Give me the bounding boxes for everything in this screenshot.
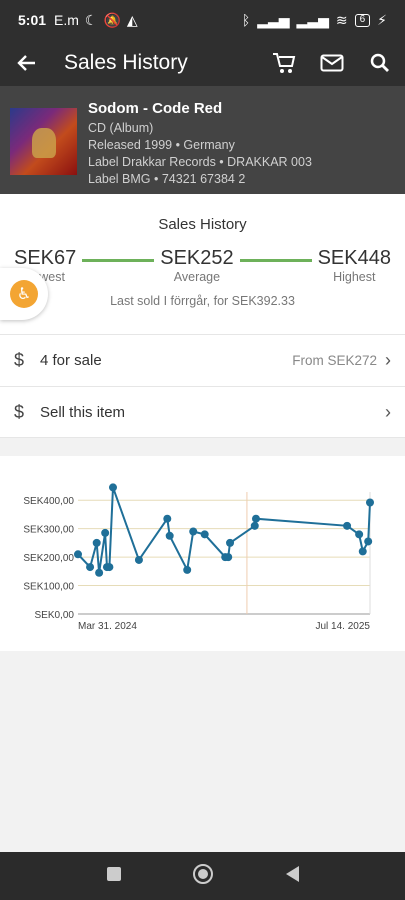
- release-label-1: Label Drakkar Records • DRAKKAR 003: [88, 155, 312, 169]
- y-tick-label: SEK200,00: [23, 553, 74, 564]
- sales-stats-card: Sales History SEK67 Lowest SEK252 Averag…: [0, 194, 405, 334]
- battery-icon: 6: [354, 13, 371, 27]
- page-title: Sales History: [64, 51, 188, 74]
- data-point: [95, 568, 104, 577]
- data-point: [224, 553, 233, 562]
- y-tick-label: SEK400,00: [23, 496, 74, 507]
- app-bar: Sales History: [0, 40, 405, 86]
- status-time: 5:01: [18, 12, 47, 28]
- data-point: [355, 530, 364, 539]
- release-format: CD (Album): [88, 121, 154, 135]
- accessibility-icon: ♿: [10, 280, 38, 308]
- moon-icon: ☾: [84, 11, 98, 28]
- x-tick-label: Mar 31. 2024: [78, 621, 137, 632]
- bluetooth-icon: ᛒ: [241, 12, 251, 28]
- sales-chart-card: SEK0,00 SEK100,00 SEK200,00 SEK300,00 SEK400…: [0, 456, 405, 651]
- data-point: [92, 538, 101, 547]
- highest-value: SEK448: [317, 247, 391, 269]
- y-tick-label: SEK300,00: [23, 525, 74, 536]
- data-point: [189, 527, 198, 536]
- average-value: SEK252: [160, 247, 234, 269]
- stat-divider-bar: [239, 259, 312, 262]
- stat-highest: SEK448 Highest: [318, 247, 391, 284]
- data-point: [251, 514, 260, 523]
- for-sale-from: From SEK272: [292, 353, 377, 368]
- lowest-value: SEK67: [14, 247, 77, 269]
- sell-label: Sell this item: [40, 403, 126, 421]
- data-point: [108, 483, 117, 492]
- data-point: [200, 530, 209, 539]
- data-point: [105, 563, 114, 572]
- data-point: [163, 514, 172, 523]
- recents-icon[interactable]: [106, 866, 122, 887]
- release-date-country: Released 1999 • Germany: [88, 138, 235, 152]
- release-title[interactable]: Sodom - Code Red: [88, 100, 312, 117]
- system-nav-bar: [0, 852, 405, 900]
- cart-icon[interactable]: [271, 50, 297, 76]
- stat-divider-bar: [82, 259, 155, 262]
- sell-item-row[interactable]: $ Sell this item ›: [0, 386, 405, 438]
- data-point: [183, 565, 192, 574]
- dollar-icon: $: [14, 350, 25, 370]
- data-point: [250, 521, 259, 530]
- bell-off-icon: 🔕: [103, 11, 121, 28]
- sales-line-chart[interactable]: SEK0,00 SEK100,00 SEK200,00 SEK300,00 SEK400…: [0, 456, 405, 651]
- data-point: [343, 521, 352, 530]
- stat-average: SEK252 Average: [160, 247, 233, 284]
- mail-icon[interactable]: [319, 50, 345, 76]
- release-header: Sodom - Code Red CD (Album) Released 199…: [0, 86, 405, 194]
- data-point: [226, 538, 235, 547]
- home-icon[interactable]: [192, 863, 214, 890]
- data-point: [86, 563, 95, 572]
- data-point: [358, 547, 367, 556]
- data-point: [364, 537, 373, 546]
- last-sold-text: Last sold I förrgår, for SEK392.33: [110, 294, 295, 308]
- chevron-right-icon: ›: [385, 401, 391, 422]
- wifi-icon: ≋: [335, 11, 348, 28]
- back-icon[interactable]: [284, 865, 300, 888]
- data-point: [134, 555, 143, 564]
- average-label: Average: [173, 270, 221, 284]
- chevron-right-icon: ›: [385, 350, 391, 370]
- data-point: [101, 528, 110, 537]
- y-tick-label: SEK100,00: [23, 582, 74, 593]
- y-tick-label: SEK0,00: [35, 610, 75, 621]
- dollar-icon: $: [14, 401, 25, 422]
- release-label-2: Label BMG • 74321 67384 2: [88, 172, 246, 186]
- signal-icon: ▂▃▅: [257, 11, 290, 28]
- for-sale-label: 4 for sale: [40, 352, 102, 369]
- album-cover-image[interactable]: [10, 108, 77, 175]
- status-carrier: E.m: [54, 12, 79, 28]
- search-icon[interactable]: [367, 50, 393, 76]
- data-point: [74, 550, 82, 559]
- signal-icon-2: ▂▃▅: [296, 11, 329, 28]
- stats-heading: Sales History: [158, 216, 247, 233]
- highest-label: Highest: [333, 270, 376, 284]
- back-arrow-icon[interactable]: [14, 50, 40, 76]
- status-bar: 5:01 E.m ☾ 🔕 ◭ ᛒ ▂▃▅ ▂▃▅ ≋ 6 ⚡: [0, 0, 405, 40]
- charging-icon: ⚡: [377, 11, 387, 28]
- x-tick-label: Jul 14. 2025: [316, 621, 371, 632]
- data-point: [366, 498, 374, 507]
- nav-icon: ◭: [126, 11, 138, 28]
- data-point: [165, 531, 174, 540]
- for-sale-row[interactable]: $ 4 for sale From SEK272 ›: [0, 334, 405, 386]
